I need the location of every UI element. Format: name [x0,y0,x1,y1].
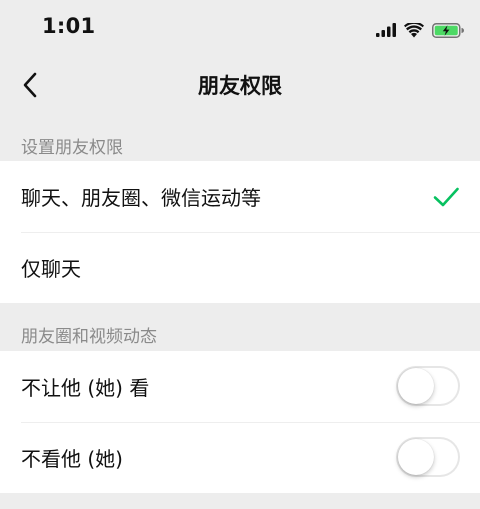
wifi-icon [404,22,424,37]
hide-their-posts-toggle[interactable] [396,437,460,477]
checkmark-icon [433,187,459,207]
page-title: 朋友权限 [198,74,282,98]
signal-icon [376,23,396,37]
toggle-knob [398,439,434,475]
nav-bar: 朋友权限 [0,56,480,114]
toggle-knob [398,368,434,404]
status-time: 1:01 [42,14,96,38]
section-header-moments: 朋友圈和视频动态 [21,327,157,347]
status-bar: 1:01 [0,0,480,56]
toggle-label: 不让他 (她) 看 [21,376,150,400]
section-header-permission: 设置朋友权限 [21,138,123,158]
option-label: 仅聊天 [21,257,81,281]
toggle-label: 不看他 (她) [21,447,123,471]
friend-permissions-screen: 1:01 朋友权限 设置朋友权限 聊天、朋友圈、微信运动等 仅聊天 朋友圈和视频… [0,0,480,509]
battery-charging-icon [432,22,464,38]
hide-my-posts-toggle[interactable] [396,366,460,406]
toggle-row-hide-my-posts: 不让他 (她) 看 [0,351,480,422]
option-label: 聊天、朋友圈、微信运动等 [21,186,261,210]
moments-toggles-group: 不让他 (她) 看 不看他 (她) [0,351,480,493]
option-chat-only[interactable]: 仅聊天 [0,232,480,303]
toggle-row-hide-their-posts: 不看他 (她) [0,422,480,493]
status-icons [376,18,464,42]
permission-options-group: 聊天、朋友圈、微信运动等 仅聊天 [0,161,480,303]
option-chat-moments-werun[interactable]: 聊天、朋友圈、微信运动等 [0,161,480,232]
